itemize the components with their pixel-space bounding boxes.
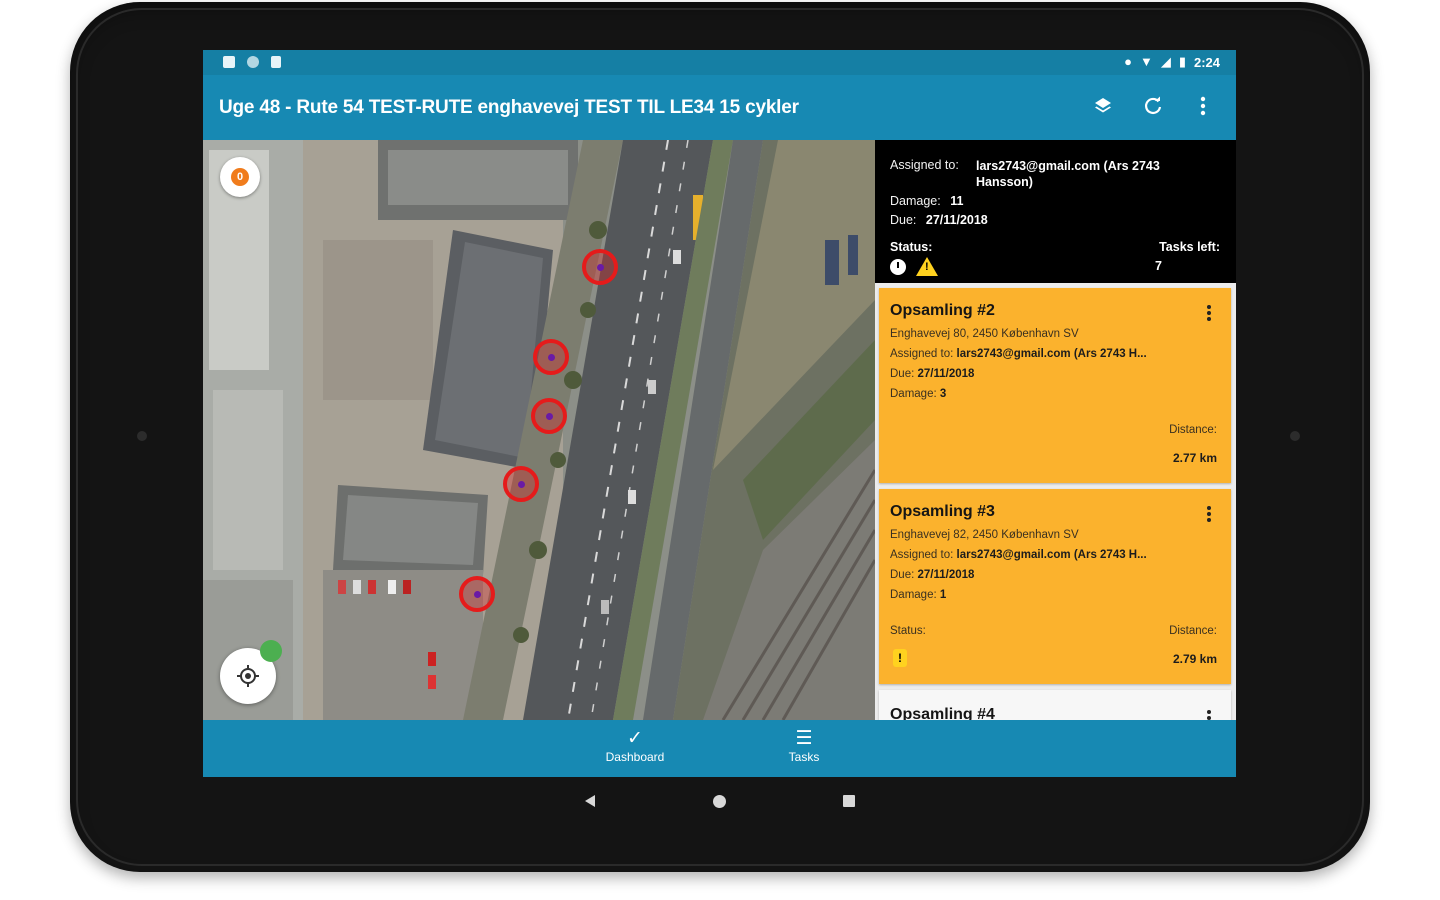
task-due: Due: 27/11/2018: [890, 569, 975, 581]
task-menu-button[interactable]: [1207, 506, 1211, 522]
task-distance-label: Distance:: [1169, 424, 1217, 436]
tasks-left-value: 7: [1155, 259, 1162, 273]
task-damage: Damage: 3: [890, 388, 947, 400]
more-vert-icon: [1200, 96, 1206, 116]
task-distance: 2.79 km: [1172, 652, 1217, 666]
nav-dashboard[interactable]: ✓ Dashboard: [590, 728, 680, 764]
tablet-sensor-left: [137, 431, 147, 441]
device-screen: ● ▼ ◢ ▮ 2:24 Uge 48 - Rute 54 TEST-RUTE …: [203, 50, 1236, 777]
task-marker[interactable]: [582, 249, 618, 285]
sd-card-icon: [271, 56, 281, 68]
task-due: Due: 27/11/2018: [890, 368, 975, 380]
task-card[interactable]: Opsamling #2 Enghavevej 80, 2450 Københa…: [879, 288, 1231, 483]
nav-dashboard-label: Dashboard: [605, 750, 665, 764]
task-title: Opsamling #3: [890, 503, 995, 520]
task-title: Opsamling #4: [890, 706, 995, 720]
warning-icon: !: [893, 649, 907, 667]
status-bar: ● ▼ ◢ ▮ 2:24: [203, 50, 1236, 75]
back-button[interactable]: [575, 788, 605, 814]
task-assigned: Assigned to: lars2743@gmail.com (Ars 274…: [890, 549, 1147, 561]
task-distance: 2.77 km: [1172, 451, 1217, 465]
satellite-map[interactable]: 0: [203, 140, 875, 720]
task-address: Enghavevej 80, 2450 København SV: [890, 328, 1079, 340]
route-title: Uge 48 - Rute 54 TEST-RUTE enghavevej TE…: [219, 97, 799, 118]
task-panel: Assigned to: lars2743@gmail.com (Ars 274…: [875, 140, 1236, 720]
route-info: Assigned to: lars2743@gmail.com (Ars 274…: [875, 140, 1236, 283]
route-due: Due: 27/11/2018: [890, 213, 988, 227]
task-card[interactable]: Opsamling #3 Enghavevej 82, 2450 Københa…: [879, 489, 1231, 684]
warning-icon: !: [916, 257, 938, 276]
layers-button[interactable]: [1090, 93, 1116, 119]
task-assigned: Assigned to: lars2743@gmail.com (Ars 274…: [890, 348, 1147, 360]
task-address: Enghavevej 82, 2450 København SV: [890, 529, 1079, 541]
nav-tasks[interactable]: ☰ Tasks: [759, 728, 849, 764]
route-status-label: Status:: [890, 240, 933, 254]
task-distance-label: Distance:: [1169, 625, 1217, 637]
home-button[interactable]: [704, 788, 734, 814]
clock-icon: [890, 258, 906, 275]
signal-icon: ◢: [1160, 54, 1171, 69]
bottom-navigation: ✓ Dashboard ☰ Tasks: [203, 720, 1236, 777]
location-icon: ●: [1124, 54, 1132, 69]
task-status-label: Status:: [890, 625, 926, 637]
check-icon: ✓: [627, 728, 643, 749]
compass-icon: 0: [231, 168, 249, 186]
compass-button[interactable]: 0: [220, 157, 260, 197]
back-icon: [585, 795, 595, 807]
recents-button[interactable]: [834, 788, 864, 814]
sync-icon: [247, 56, 259, 68]
home-icon: [712, 794, 726, 808]
refresh-button[interactable]: [1140, 93, 1166, 119]
route-assigned: Assigned to: lars2743@gmail.com (Ars 274…: [890, 158, 1160, 189]
task-menu-button[interactable]: [1207, 305, 1211, 321]
task-marker[interactable]: [533, 339, 569, 375]
gps-status-indicator: [260, 640, 282, 662]
task-card[interactable]: Opsamling #4: [879, 690, 1231, 720]
battery-icon: ▮: [1178, 54, 1186, 69]
task-marker[interactable]: [459, 576, 495, 612]
tasks-left-label: Tasks left:: [1159, 240, 1220, 254]
recents-icon: [843, 795, 855, 807]
task-marker[interactable]: [503, 466, 539, 502]
nav-tasks-label: Tasks: [788, 750, 820, 764]
crosshair-icon: [237, 665, 259, 687]
list-icon: ☰: [795, 728, 813, 749]
route-damage: Damage: 11: [890, 194, 964, 208]
refresh-icon: [1144, 96, 1162, 114]
task-menu-button[interactable]: [1207, 710, 1211, 720]
wifi-icon: ▼: [1139, 54, 1153, 69]
task-marker[interactable]: [531, 398, 567, 434]
layers-icon: [1095, 98, 1111, 113]
tablet-sensor-right: [1290, 431, 1300, 441]
overflow-menu-button[interactable]: [1190, 93, 1216, 119]
task-title: Opsamling #2: [890, 302, 995, 319]
notification-icon: [223, 56, 235, 68]
task-damage: Damage: 1: [890, 589, 947, 601]
status-time: 2:24: [1193, 54, 1220, 70]
app-bar: Uge 48 - Rute 54 TEST-RUTE enghavevej TE…: [203, 75, 1236, 140]
system-navigation-bar: [560, 788, 880, 816]
route-status-icons: !: [890, 257, 938, 276]
